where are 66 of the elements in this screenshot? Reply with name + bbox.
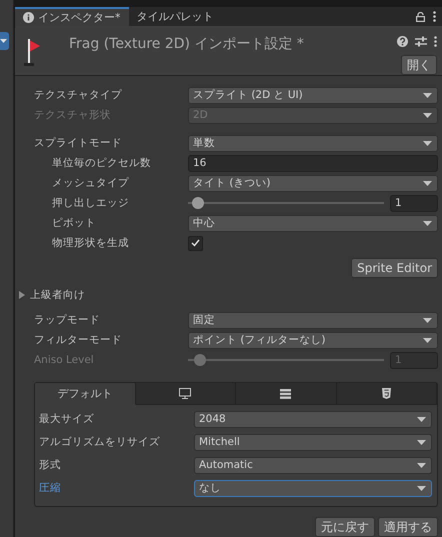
dropdown[interactable]: タイト (きつい) (188, 174, 438, 192)
field-label: 形式 (39, 458, 62, 472)
info-icon (23, 12, 34, 23)
lock-icon[interactable] (416, 12, 425, 22)
field-label: テクスチャ形状 (34, 108, 112, 122)
footer-button[interactable]: 適用する (378, 517, 438, 537)
field-label: アルゴリズムをリサイズ (39, 435, 161, 449)
checkbox[interactable] (188, 236, 203, 250)
caret-icon (423, 140, 432, 146)
dropdown[interactable]: Mitchell (194, 434, 432, 450)
triangle-icon (18, 291, 26, 299)
caret-icon (417, 440, 426, 444)
field-label: テクスチャタイプ (34, 88, 123, 102)
field-label: 押し出しエッジ (51, 196, 130, 210)
foldout-header[interactable]: 上級者向け (18, 286, 438, 304)
monitor-icon (179, 388, 192, 399)
dropdown[interactable]: なし (194, 480, 432, 496)
dropdown[interactable]: Automatic (194, 456, 432, 474)
number-field[interactable]: 16 (188, 154, 438, 172)
dropdown[interactable]: 中心 (188, 214, 438, 232)
footer-button[interactable]: 元に戻す (315, 517, 375, 537)
open-button[interactable]: 開く (401, 55, 437, 75)
server-icon (280, 388, 292, 398)
settings-icon[interactable] (415, 36, 427, 47)
panel-tab[interactable]: タイルパレット (128, 7, 222, 26)
field-label: スプライトモード (34, 136, 123, 150)
shield-icon (382, 388, 391, 399)
caret-icon (423, 220, 432, 226)
dropdown[interactable]: 単数 (188, 134, 438, 152)
platform-tab[interactable] (236, 383, 336, 405)
caret-icon (417, 416, 426, 422)
platform-tab[interactable] (336, 383, 437, 405)
caret-icon (423, 318, 432, 322)
more-icon[interactable] (434, 36, 437, 47)
dropdown[interactable]: スプライト (2D と UI) (188, 86, 438, 104)
caret-icon (423, 338, 432, 342)
panel-tab[interactable]: インスペクター* (15, 7, 128, 26)
field-label: ラップモード (34, 313, 101, 327)
caret-icon (0, 39, 7, 43)
caret-icon (423, 180, 432, 186)
checkmark-icon (191, 239, 200, 247)
number-field[interactable]: 1 (390, 194, 438, 212)
field-label: 単位毎のピクセル数 (51, 156, 152, 170)
field-label: 圧縮 (39, 481, 62, 495)
help-icon[interactable] (397, 36, 408, 47)
sprite-editor-button[interactable]: Sprite Editor (351, 258, 438, 278)
caret-icon (423, 92, 432, 98)
field-label: 物理形状を生成 (51, 236, 130, 250)
field-label: メッシュタイプ (51, 176, 130, 190)
dropdown[interactable]: ポイント (フィルターなし) (188, 332, 438, 348)
slider[interactable] (188, 197, 384, 209)
asset-title: Frag (Texture 2D) インポート設定 * (69, 36, 304, 52)
field-label: フィルターモード (34, 333, 123, 347)
dropdown[interactable] (0, 32, 9, 50)
platform-tab[interactable] (136, 383, 236, 405)
caret-icon (417, 486, 426, 490)
more-icon[interactable] (433, 11, 436, 22)
slider[interactable] (188, 354, 384, 366)
dropdown[interactable]: 固定 (188, 312, 438, 328)
field-label: 最大サイズ (39, 412, 95, 426)
field-label: Aniso Level (34, 354, 95, 366)
field-label: ピボット (51, 216, 97, 230)
platform-tab[interactable]: デフォルト (35, 383, 136, 405)
caret-icon (417, 462, 426, 468)
dropdown[interactable]: 2048 (194, 410, 432, 428)
caret-icon (423, 112, 432, 118)
